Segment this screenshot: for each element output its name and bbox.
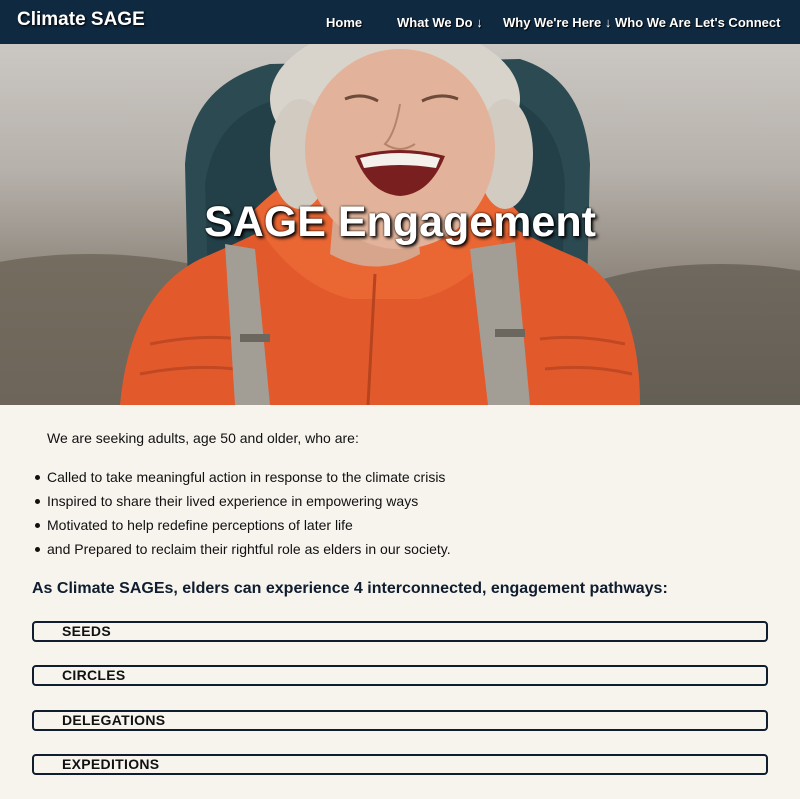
- nav-lets-connect[interactable]: Let's Connect: [695, 15, 780, 30]
- main-content: We are seeking adults, age 50 and older,…: [0, 405, 800, 799]
- nav-why-were-here[interactable]: Why We're Here ↓: [503, 15, 611, 30]
- pathway-seeds-button[interactable]: SEEDS: [32, 621, 768, 642]
- site-logo[interactable]: Climate SAGE: [17, 9, 145, 31]
- pathway-label: EXPEDITIONS: [62, 756, 160, 772]
- intro-text: We are seeking adults, age 50 and older,…: [47, 430, 359, 446]
- top-navbar: Climate SAGE Home What We Do ↓ Why We're…: [0, 0, 800, 44]
- nav-who-we-are[interactable]: Who We Are: [615, 15, 691, 30]
- pathway-delegations-button[interactable]: DELEGATIONS: [32, 710, 768, 731]
- pathways-heading: As Climate SAGEs, elders can experience …: [32, 580, 668, 597]
- pathway-circles-button[interactable]: CIRCLES: [32, 665, 768, 686]
- list-item: Motivated to help redefine perceptions o…: [35, 517, 451, 541]
- nav-home[interactable]: Home: [326, 15, 362, 30]
- pathway-expeditions-button[interactable]: EXPEDITIONS: [32, 754, 768, 775]
- criteria-list: Called to take meaningful action in resp…: [35, 469, 451, 565]
- pathway-label: CIRCLES: [62, 667, 126, 683]
- list-item: Inspired to share their lived experience…: [35, 493, 451, 517]
- list-item: Called to take meaningful action in resp…: [35, 469, 451, 493]
- nav-what-we-do[interactable]: What We Do ↓: [397, 15, 483, 30]
- pathway-label: DELEGATIONS: [62, 712, 166, 728]
- pathway-label: SEEDS: [62, 623, 111, 639]
- page-title: SAGE Engagement: [204, 198, 596, 246]
- hero-banner: SAGE Engagement: [0, 44, 800, 405]
- list-item: and Prepared to reclaim their rightful r…: [35, 541, 451, 565]
